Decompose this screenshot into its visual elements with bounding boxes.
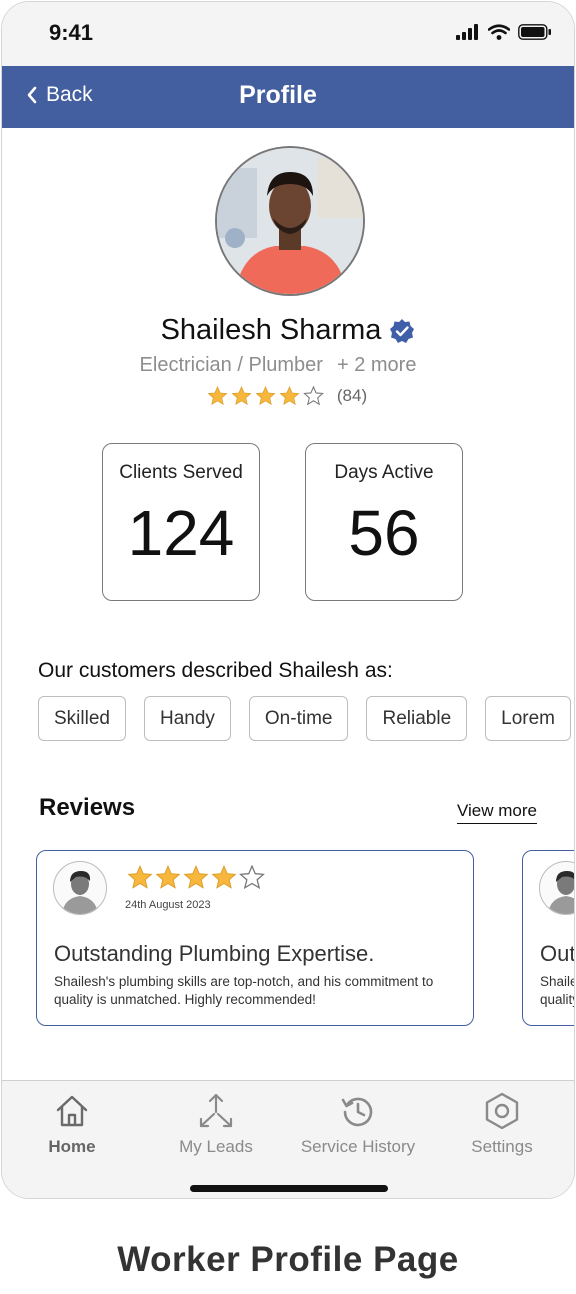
descriptors-heading: Our customers described Shailesh as: bbox=[38, 659, 393, 682]
nav-label: Home bbox=[48, 1137, 96, 1156]
reviews-heading: Reviews bbox=[39, 794, 136, 821]
more-roles-link[interactable]: + 2 more bbox=[337, 354, 416, 376]
nav-label: Service History bbox=[300, 1137, 416, 1156]
battery-icon bbox=[518, 24, 551, 40]
review-rating bbox=[127, 865, 265, 890]
tag-chip[interactable]: Skilled bbox=[38, 696, 126, 741]
rating-count: (84) bbox=[336, 386, 368, 405]
star-filled-icon bbox=[207, 386, 228, 405]
status-bar: 9:41 bbox=[2, 2, 574, 66]
phone-frame: 9:41 Back Profile Shailesh Sharma Electr… bbox=[1, 1, 575, 1199]
star-filled-icon bbox=[183, 865, 209, 889]
view-more-link[interactable]: View more bbox=[457, 801, 537, 824]
signal-icon bbox=[456, 24, 478, 40]
reviewer-avatar bbox=[53, 861, 107, 915]
tag-chip[interactable]: On-time bbox=[248, 696, 349, 741]
page-caption: Worker Profile Page bbox=[117, 1240, 459, 1279]
review-title: Outstanding Plumbing Expertise. bbox=[54, 941, 375, 966]
review-card[interactable]: 24th August 2023 Outstanding Plumbing Ex… bbox=[36, 850, 474, 1026]
star-filled-icon bbox=[255, 386, 276, 405]
tag-chip[interactable]: Reliable bbox=[366, 696, 468, 741]
profile-name-row: Shailesh Sharma bbox=[2, 314, 574, 347]
review-title: Outstanding Plumbing Expertise. bbox=[540, 941, 575, 966]
profile-avatar bbox=[215, 146, 365, 296]
stat-card-clients: Clients Served 124 bbox=[102, 443, 260, 601]
profile-name: Shailesh Sharma bbox=[160, 314, 382, 346]
wifi-icon bbox=[488, 24, 510, 40]
history-icon bbox=[341, 1097, 373, 1127]
roles-text: Electrician / Plumber bbox=[139, 354, 323, 376]
nav-label: My Leads bbox=[179, 1137, 253, 1156]
app-header: Back Profile bbox=[2, 66, 574, 128]
star-empty-icon bbox=[302, 386, 324, 406]
nav-label: Settings bbox=[471, 1137, 533, 1156]
nav-item-settings[interactable]: Settings bbox=[432, 1091, 572, 1157]
stat-label: Clients Served bbox=[119, 462, 243, 483]
reviewer-avatar bbox=[539, 861, 574, 915]
profile-rating: (84) bbox=[2, 386, 572, 406]
review-body: Shailesh's plumbing skills are top-notch… bbox=[540, 974, 574, 1007]
star-empty-icon bbox=[239, 865, 265, 890]
star-filled-icon bbox=[279, 386, 300, 405]
tag-chip[interactable]: Lorem bbox=[485, 696, 571, 741]
review-body: Shailesh's plumbing skills are top-notch… bbox=[54, 974, 434, 1007]
nav-item-service-history[interactable]: Service History bbox=[288, 1091, 428, 1157]
stat-value: 124 bbox=[127, 497, 235, 569]
stat-card-days: Days Active 56 bbox=[305, 443, 463, 601]
profile-roles: Electrician / Plumber + 2 more bbox=[2, 354, 554, 377]
arrows-out-icon bbox=[199, 1093, 233, 1128]
review-date: 24th August 2023 bbox=[125, 899, 211, 911]
star-filled-icon bbox=[211, 865, 237, 889]
status-time: 9:41 bbox=[49, 20, 94, 45]
page-title: Profile bbox=[239, 81, 317, 109]
star-filled-icon bbox=[231, 386, 252, 405]
star-filled-icon bbox=[155, 865, 181, 889]
home-icon bbox=[56, 1095, 88, 1127]
nav-item-my-leads[interactable]: My Leads bbox=[146, 1091, 286, 1157]
nav-item-home[interactable]: Home bbox=[2, 1091, 142, 1157]
stat-label: Days Active bbox=[334, 462, 434, 483]
verified-badge-icon bbox=[390, 318, 415, 343]
star-filled-icon bbox=[127, 865, 153, 889]
descriptor-tags: Skilled Handy On-time Reliable Lorem bbox=[38, 696, 571, 741]
review-card[interactable]: Outstanding Plumbing Expertise. Shailesh… bbox=[522, 850, 575, 1026]
stat-value: 56 bbox=[348, 497, 420, 569]
status-icons bbox=[456, 24, 552, 40]
bottom-nav: Home My Leads Service History Settings bbox=[2, 1080, 574, 1198]
settings-icon bbox=[485, 1092, 519, 1130]
tag-chip[interactable]: Handy bbox=[143, 696, 231, 741]
home-indicator[interactable] bbox=[190, 1185, 388, 1192]
